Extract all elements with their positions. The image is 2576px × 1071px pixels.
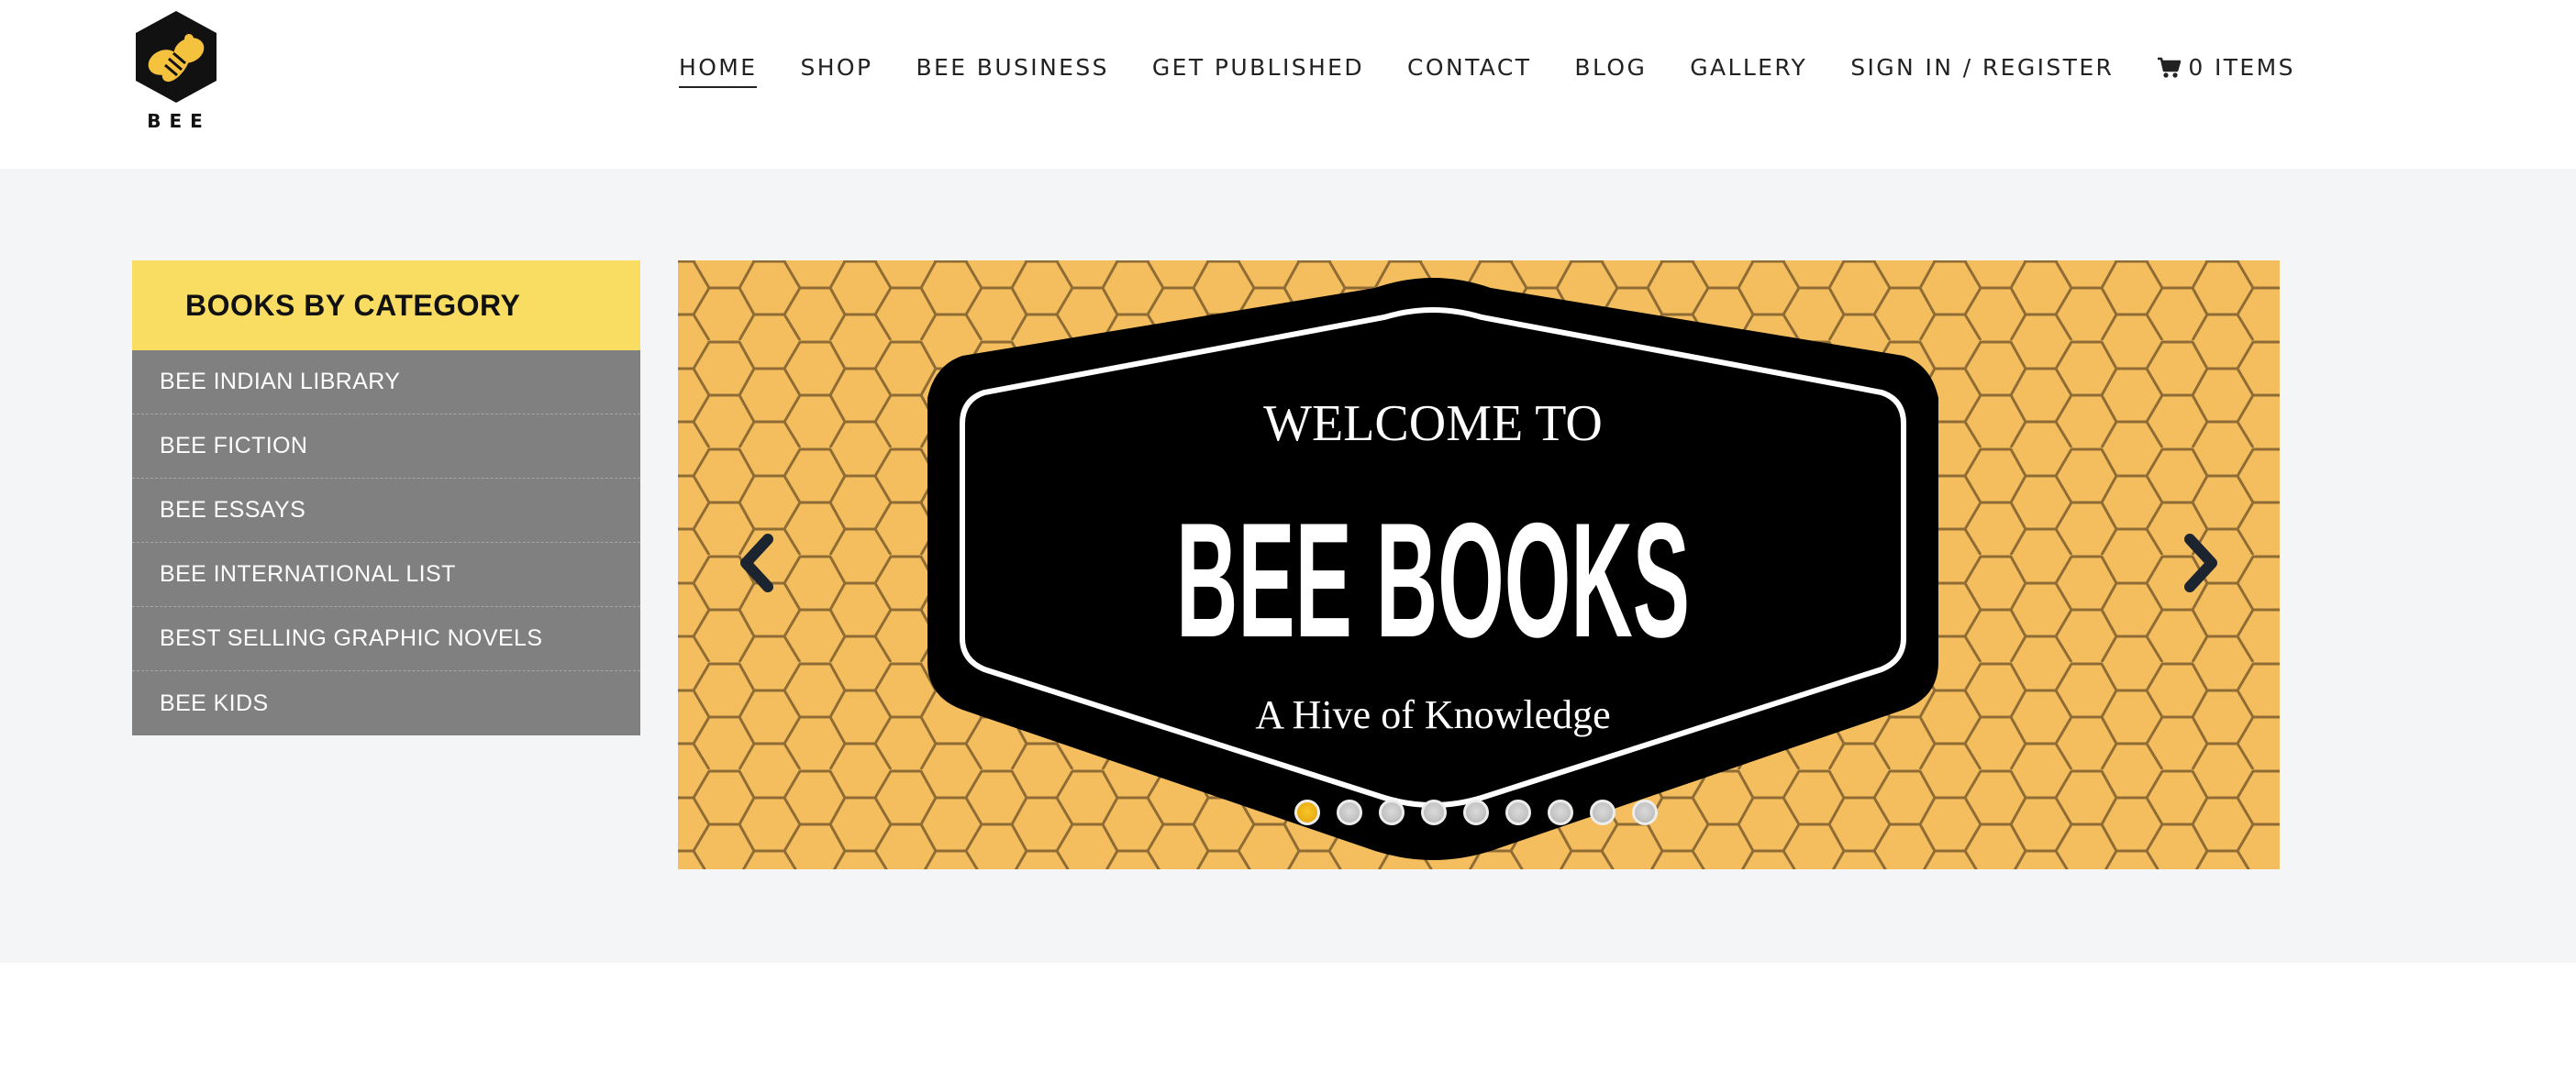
slide-dot-8[interactable]: [1590, 800, 1616, 825]
category-bee-international-list[interactable]: BEE INTERNATIONAL LIST: [132, 543, 640, 607]
slide-banner: WELCOME TO BEE BOOKS A Hive of Knowledge: [678, 260, 2280, 869]
slide-dot-9[interactable]: [1632, 800, 1658, 825]
logo-wordmark: BEE: [147, 110, 211, 132]
nav-home[interactable]: HOME: [679, 50, 758, 88]
shopping-cart-icon: [2158, 57, 2182, 78]
category-best-selling-graphic-novels[interactable]: BEST SELLING GRAPHIC NOVELS: [132, 607, 640, 671]
cart-count-label: 0 ITEMS: [2188, 54, 2295, 81]
slide-title-text: BEE BOOKS: [1176, 489, 1690, 671]
chevron-left-icon: [740, 534, 773, 592]
category-bee-fiction[interactable]: BEE FICTION: [132, 414, 640, 479]
slider-pagination: [1294, 800, 1674, 825]
nav-get-published[interactable]: GET PUBLISHED: [1152, 50, 1364, 86]
nav-bee-business[interactable]: BEE BUSINESS: [916, 50, 1108, 86]
slider-next-button[interactable]: [2173, 526, 2228, 600]
nav-sign-in-register[interactable]: SIGN IN / REGISTER: [1850, 50, 2114, 86]
slide-welcome-text: WELCOME TO: [1263, 395, 1603, 452]
slide-dot-7[interactable]: [1548, 800, 1573, 825]
slide-dot-4[interactable]: [1421, 800, 1447, 825]
bee-logo-icon: [136, 11, 217, 103]
category-list: BEE INDIAN LIBRARY BEE FICTION BEE ESSAY…: [132, 350, 640, 735]
slide-dot-2[interactable]: [1337, 800, 1362, 825]
slide-dot-6[interactable]: [1505, 800, 1531, 825]
nav-contact[interactable]: CONTACT: [1407, 50, 1531, 86]
nav-blog[interactable]: BLOG: [1574, 50, 1647, 86]
slider-prev-button[interactable]: [729, 526, 784, 600]
sidebar-title: BOOKS BY CATEGORY: [132, 260, 640, 350]
slide-tagline-text: A Hive of Knowledge: [1255, 692, 1610, 737]
nav-shop[interactable]: SHOP: [800, 50, 872, 86]
cart-link[interactable]: 0 ITEMS: [2157, 50, 2295, 86]
site-logo[interactable]: BEE: [128, 7, 224, 136]
main-nav: HOME SHOP BEE BUSINESS GET PUBLISHED CON…: [679, 48, 2295, 88]
slide-dot-1[interactable]: [1294, 800, 1320, 825]
nav-gallery[interactable]: GALLERY: [1690, 50, 1807, 86]
main-content: BOOKS BY CATEGORY BEE INDIAN LIBRARY BEE…: [0, 169, 2576, 963]
category-sidebar: BOOKS BY CATEGORY BEE INDIAN LIBRARY BEE…: [132, 260, 640, 735]
chevron-right-icon: [2184, 534, 2217, 592]
category-bee-kids[interactable]: BEE KIDS: [132, 671, 640, 735]
category-bee-indian-library[interactable]: BEE INDIAN LIBRARY: [132, 350, 640, 414]
site-header: BEE HOME SHOP BEE BUSINESS GET PUBLISHED…: [0, 0, 2576, 169]
category-bee-essays[interactable]: BEE ESSAYS: [132, 479, 640, 543]
slide-dot-5[interactable]: [1463, 800, 1489, 825]
slide-dot-3[interactable]: [1379, 800, 1405, 825]
hero-slider: WELCOME TO BEE BOOKS A Hive of Knowledge: [678, 260, 2280, 869]
